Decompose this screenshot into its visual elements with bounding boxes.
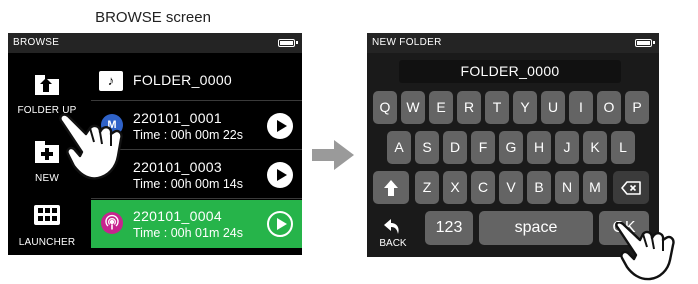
screen-title: BROWSE bbox=[13, 37, 60, 48]
key-q[interactable]: Q bbox=[373, 91, 397, 124]
folder-name: FOLDER_0000 bbox=[133, 72, 233, 88]
key-v[interactable]: V bbox=[499, 171, 523, 204]
key-h[interactable]: H bbox=[527, 131, 551, 164]
podcast-icon bbox=[105, 214, 119, 230]
music-folder-icon: ♪ bbox=[99, 71, 123, 91]
key-e[interactable]: E bbox=[429, 91, 453, 124]
folder-up-icon bbox=[35, 75, 59, 95]
key-u[interactable]: U bbox=[541, 91, 565, 124]
key-p[interactable]: P bbox=[625, 91, 649, 124]
key-c[interactable]: C bbox=[471, 171, 495, 204]
file-name: 220101_0004 bbox=[133, 208, 222, 224]
folder-row[interactable]: ♪ FOLDER_0000 bbox=[91, 61, 302, 101]
key-m[interactable]: M bbox=[583, 171, 607, 204]
podcast-badge-icon bbox=[101, 212, 123, 234]
key-b[interactable]: B bbox=[527, 171, 551, 204]
space-key[interactable]: space bbox=[479, 211, 593, 245]
key-f[interactable]: F bbox=[471, 131, 495, 164]
battery-icon bbox=[278, 39, 298, 47]
launcher-icon bbox=[34, 205, 60, 225]
battery-icon bbox=[635, 39, 655, 47]
file-time: Time : 00h 01m 24s bbox=[133, 226, 244, 240]
key-y[interactable]: Y bbox=[513, 91, 537, 124]
key-a[interactable]: A bbox=[387, 131, 411, 164]
key-j[interactable]: J bbox=[555, 131, 579, 164]
key-w[interactable]: W bbox=[401, 91, 425, 124]
play-icon[interactable] bbox=[267, 162, 293, 188]
key-z[interactable]: Z bbox=[415, 171, 439, 204]
key-i[interactable]: I bbox=[569, 91, 593, 124]
play-icon[interactable] bbox=[267, 211, 293, 237]
key-x[interactable]: X bbox=[443, 171, 467, 204]
file-time: Time : 00h 00m 22s bbox=[133, 128, 244, 142]
back-icon bbox=[384, 219, 399, 234]
key-n[interactable]: N bbox=[555, 171, 579, 204]
key-l[interactable]: L bbox=[611, 131, 635, 164]
file-time: Time : 00h 00m 14s bbox=[133, 177, 244, 191]
back-button[interactable]: BACK bbox=[373, 219, 413, 255]
key-g[interactable]: G bbox=[499, 131, 523, 164]
pointing-hand-icon bbox=[615, 222, 675, 281]
key-k[interactable]: K bbox=[583, 131, 607, 164]
browse-screen: BROWSE FOLDER UP NEW LAUNCHER ♪ FOLDER_0… bbox=[8, 33, 302, 255]
back-label: BACK bbox=[379, 238, 407, 249]
shift-key[interactable] bbox=[373, 171, 409, 204]
launcher-label: LAUNCHER bbox=[18, 237, 76, 248]
status-bar: BROWSE bbox=[8, 33, 302, 53]
pointing-hand-icon bbox=[59, 113, 123, 180]
launcher-button[interactable]: LAUNCHER bbox=[8, 193, 86, 255]
play-icon[interactable] bbox=[267, 113, 293, 139]
file-name: 220101_0001 bbox=[133, 110, 222, 126]
key-r[interactable]: R bbox=[457, 91, 481, 124]
file-name: 220101_0003 bbox=[133, 159, 222, 175]
backspace-key[interactable] bbox=[613, 171, 649, 204]
shift-icon bbox=[384, 180, 398, 196]
key-t[interactable]: T bbox=[485, 91, 509, 124]
key-d[interactable]: D bbox=[443, 131, 467, 164]
key-s[interactable]: S bbox=[415, 131, 439, 164]
right-arrow-icon bbox=[312, 140, 354, 170]
file-row-selected[interactable]: 220101_0004 Time : 00h 01m 24s bbox=[91, 200, 302, 248]
numbers-key[interactable]: 123 bbox=[425, 211, 473, 245]
folder-name-field[interactable]: FOLDER_0000 bbox=[399, 60, 621, 83]
status-bar: NEW FOLDER bbox=[367, 33, 659, 53]
screen-title: NEW FOLDER bbox=[372, 37, 442, 48]
key-o[interactable]: O bbox=[597, 91, 621, 124]
backspace-icon bbox=[621, 181, 641, 195]
caption: BROWSE screen bbox=[95, 9, 211, 26]
